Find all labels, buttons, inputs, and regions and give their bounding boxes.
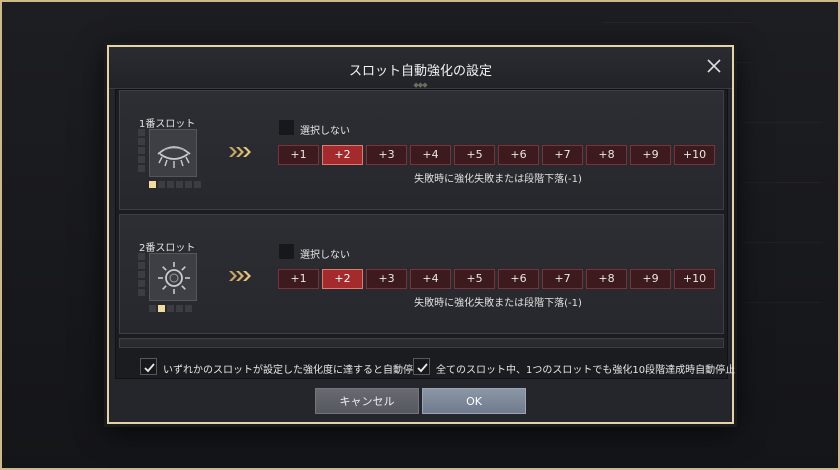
side-slot-cells [138,129,146,174]
level-button[interactable]: +9 [630,269,671,289]
background-divider [742,122,822,123]
level-button[interactable]: +6 [498,269,539,289]
background-divider [742,242,822,243]
slot-panel-3-partial [119,338,724,348]
level-button[interactable]: +6 [498,145,539,165]
level-selector: +1 +2 +3 +4 +5 +6 +7 +8 +9 +10 [278,269,718,289]
level-button[interactable]: +3 [366,269,407,289]
header-ornament-icon: ◆◆◆ [413,81,427,89]
sun-gem-icon [158,262,190,294]
level-button[interactable]: +4 [410,145,451,165]
checkmark-icon [417,363,428,373]
level-button[interactable]: +5 [454,145,495,165]
fail-note: 失敗時に強化失敗または段階下落(-1) [414,174,582,185]
level-button[interactable]: +3 [366,145,407,165]
close-icon [707,59,721,73]
level-button[interactable]: +1 [278,269,319,289]
level-button[interactable]: +10 [674,269,715,289]
checkmark-icon [144,363,155,373]
cancel-button[interactable]: キャンセル [315,388,419,414]
unselect-checkbox[interactable] [278,119,295,136]
background-divider [742,302,822,303]
level-button[interactable]: +1 [278,145,319,165]
level-button[interactable]: +8 [586,269,627,289]
dialog-title: スロット自動強化の設定 [348,64,492,79]
slot-panel-1: 1番スロット 選択しない +1 +2 +3 +4 +5 +6 +7 +8 +9 … [119,90,724,210]
slot-title: 2番スロット [139,243,196,254]
slot-gem-frame [149,253,197,301]
level-button[interactable]: +10 [674,145,715,165]
level-button[interactable]: +5 [454,269,495,289]
slot-list[interactable]: 1番スロット 選択しない +1 +2 +3 +4 +5 +6 +7 +8 +9 … [115,89,728,379]
background-divider [742,182,822,183]
level-button[interactable]: +7 [542,145,583,165]
gem-level-cells [149,181,203,188]
stop-all-label: 全てのスロット中、1つのスロットでも強化10段階達成時自動停止 [436,365,736,376]
chevron-right-icon [228,269,252,283]
unselect-label: 選択しない [300,126,350,137]
close-button[interactable] [703,55,725,77]
ok-button[interactable]: OK [422,388,526,414]
fail-note: 失敗時に強化失敗または段階下落(-1) [414,298,582,309]
level-button[interactable]: +8 [586,145,627,165]
slot-panel-2: 2番スロット 選択しない +1 +2 +3 +4 +5 +6 +7 +8 +9 … [119,214,724,334]
eye-gem-icon [157,146,191,168]
chevron-right-icon [228,145,252,159]
level-button-selected[interactable]: +2 [322,145,363,165]
level-button-selected[interactable]: +2 [322,269,363,289]
auto-enhance-dialog: スロット自動強化の設定 ◆◆◆ 1番スロット 選択しない +1 +2 +3 +4… [107,45,736,424]
slot-gem-frame [149,129,197,177]
background-divider [602,22,752,23]
dialog-header: スロット自動強化の設定 ◆◆◆ [109,47,732,89]
level-button[interactable]: +4 [410,269,451,289]
level-selector: +1 +2 +3 +4 +5 +6 +7 +8 +9 +10 [278,145,718,165]
slot-title: 1番スロット [139,119,196,130]
stop-all-checkbox[interactable] [413,358,430,375]
level-button[interactable]: +7 [542,269,583,289]
side-slot-cells [138,253,146,298]
stop-any-label: いずれかのスロットが設定した強化度に達すると自動停止 [163,365,423,376]
level-button[interactable]: +9 [630,145,671,165]
unselect-checkbox[interactable] [278,243,295,260]
gem-level-cells [149,305,194,312]
stop-any-checkbox[interactable] [140,358,157,375]
unselect-label: 選択しない [300,250,350,261]
